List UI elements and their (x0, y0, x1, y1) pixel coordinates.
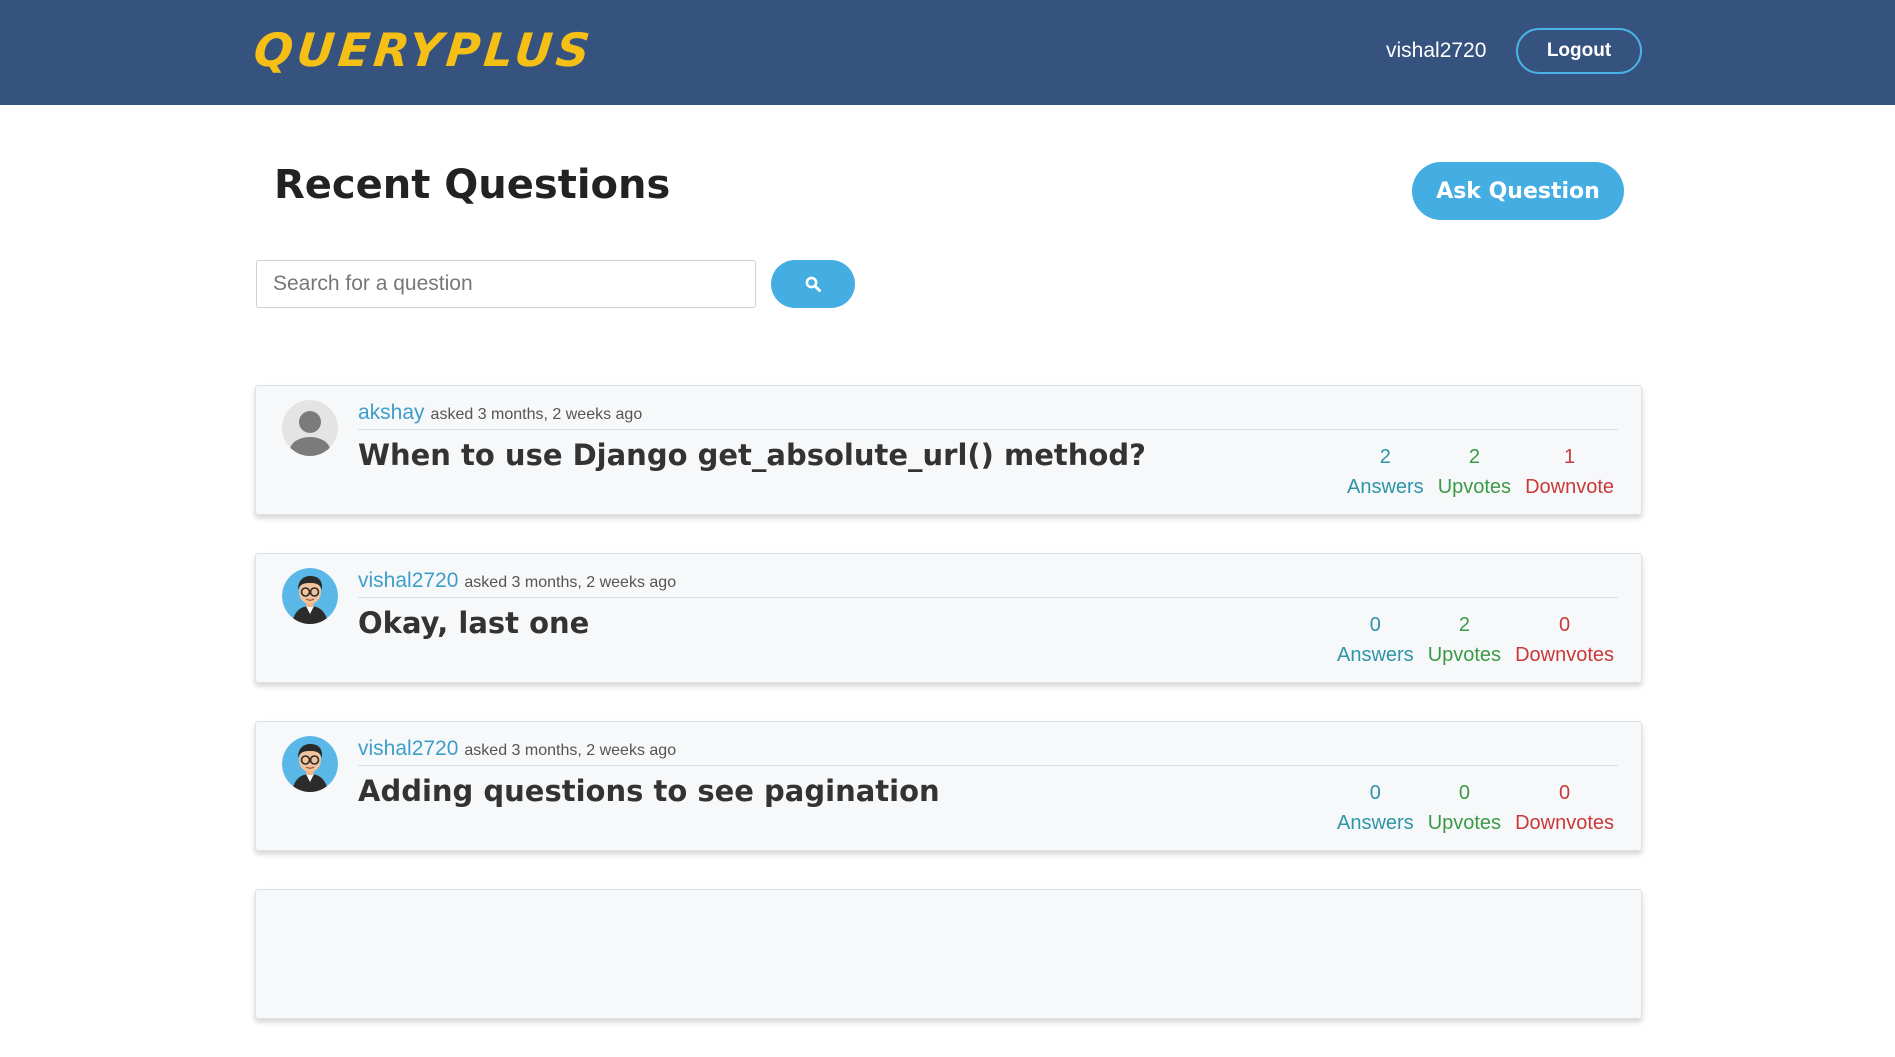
upvotes-count: 2 (1458, 614, 1470, 636)
cartoon-user-avatar[interactable] (282, 736, 338, 792)
downvotes-label: Downvotes (1515, 812, 1614, 834)
downvotes-count: 0 (1558, 614, 1571, 636)
upvotes-count: 0 (1458, 782, 1470, 804)
answers-stat: 0 Answers (1330, 778, 1421, 838)
asked-time: asked 3 months, 2 weeks ago (464, 742, 677, 759)
downvotes-label: Downvotes (1515, 644, 1614, 666)
question-meta: vishal2720 asked 3 months, 2 weeks ago (358, 568, 1618, 598)
author-link[interactable]: vishal2720 (358, 737, 458, 760)
navbar: QUERYPLUS vishal2720 Logout (0, 0, 1895, 105)
author-link[interactable]: vishal2720 (358, 569, 458, 592)
downvotes-stat: 0 Downvotes (1508, 610, 1621, 670)
downvotes-count: 0 (1558, 782, 1571, 804)
question-stats: 2 Answers 2 Upvotes 1 Downvote (1340, 442, 1621, 502)
upvotes-stat: 2 Upvotes (1431, 442, 1518, 502)
answers-count: 0 (1369, 782, 1381, 804)
question-title[interactable]: Okay, last one (358, 604, 589, 642)
question-card-partial (255, 889, 1642, 1019)
author-link[interactable]: akshay (358, 401, 425, 424)
search-button[interactable] (771, 260, 855, 308)
asked-time: asked 3 months, 2 weeks ago (464, 574, 677, 591)
nav-username[interactable]: vishal2720 (1386, 38, 1486, 64)
question-meta: vishal2720 asked 3 months, 2 weeks ago (358, 736, 1618, 766)
question-card: vishal2720 asked 3 months, 2 weeks ago Ad… (255, 721, 1642, 851)
page-title: Recent Questions (274, 162, 671, 208)
question-card: akshay asked 3 months, 2 weeks ago When t… (255, 385, 1642, 515)
question-list: akshay asked 3 months, 2 weeks ago When t… (255, 385, 1642, 1057)
search-icon (805, 276, 821, 292)
downvotes-stat: 1 Downvote (1518, 442, 1621, 502)
question-title[interactable]: When to use Django get_absolute_url() me… (358, 436, 1146, 474)
ask-question-button[interactable]: Ask Question (1412, 162, 1624, 220)
upvotes-label: Upvotes (1427, 644, 1502, 666)
search-input[interactable] (256, 260, 756, 308)
asked-time: asked 3 months, 2 weeks ago (430, 406, 643, 423)
upvotes-label: Upvotes (1427, 812, 1502, 834)
question-stats: 0 Answers 0 Upvotes 0 Downvotes (1330, 778, 1621, 838)
downvotes-stat: 0 Downvotes (1508, 778, 1621, 838)
question-title[interactable]: Adding questions to see pagination (358, 772, 940, 810)
upvotes-label: Upvotes (1437, 476, 1512, 498)
logout-button[interactable]: Logout (1516, 28, 1642, 74)
answers-label: Answers (1336, 812, 1414, 834)
upvotes-stat: 0 Upvotes (1421, 778, 1508, 838)
answers-stat: 0 Answers (1330, 610, 1421, 670)
question-stats: 0 Answers 2 Upvotes 0 Downvotes (1330, 610, 1621, 670)
cartoon-user-avatar[interactable] (282, 568, 338, 624)
upvotes-count: 2 (1468, 446, 1480, 468)
site-logo[interactable]: QUERYPLUS (251, 22, 596, 78)
answers-count: 2 (1379, 446, 1391, 468)
answers-label: Answers (1346, 476, 1424, 498)
answers-count: 0 (1369, 614, 1381, 636)
downvotes-count: 1 (1563, 446, 1576, 468)
downvotes-label: Downvote (1525, 476, 1614, 498)
question-card: vishal2720 asked 3 months, 2 weeks ago Ok… (255, 553, 1642, 683)
question-meta: akshay asked 3 months, 2 weeks ago (358, 400, 1618, 430)
upvotes-stat: 2 Upvotes (1421, 610, 1508, 670)
default-user-avatar[interactable] (282, 400, 338, 456)
answers-label: Answers (1336, 644, 1414, 666)
answers-stat: 2 Answers (1340, 442, 1431, 502)
